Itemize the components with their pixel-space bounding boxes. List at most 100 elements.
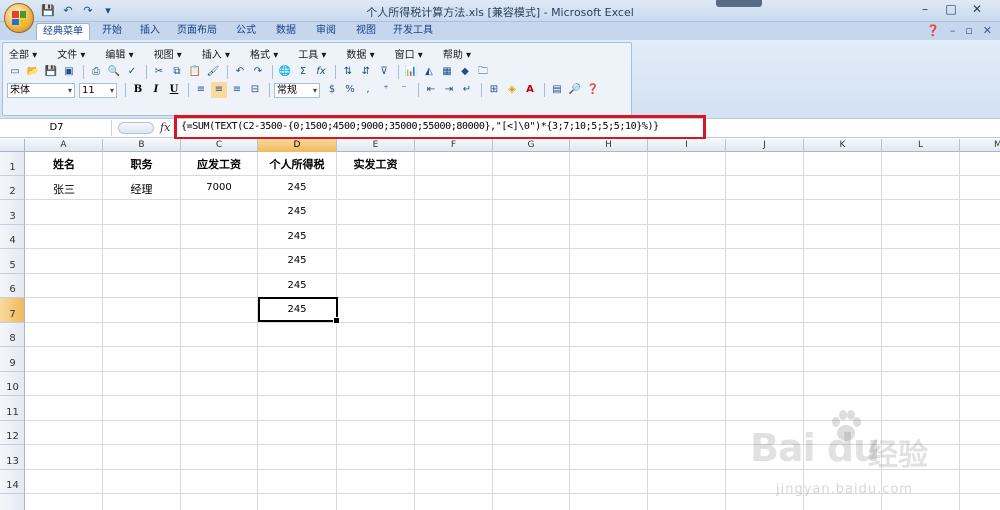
number-format-select[interactable]: 常规 (274, 82, 320, 98)
font-name-select[interactable]: 宋体 (7, 82, 75, 98)
redo-icon[interactable]: ↷ (250, 64, 266, 80)
tab-classic-menu[interactable]: 经典菜单 (36, 23, 90, 40)
print-preview-icon[interactable]: 🔍 (106, 64, 122, 80)
format-painter-icon[interactable]: 🖌 (205, 64, 221, 80)
tab-insert[interactable]: 插入 (134, 23, 166, 40)
cut-icon[interactable]: ✂ (151, 64, 167, 80)
menu-view[interactable]: 视图 ▾ (154, 46, 182, 61)
bold-button[interactable]: B (130, 82, 146, 98)
wrap-icon[interactable]: ↵ (459, 82, 475, 98)
increase-decimal-icon[interactable]: ⁺ (378, 82, 394, 98)
decrease-decimal-icon[interactable]: ⁻ (396, 82, 412, 98)
close-button[interactable]: ✕ (964, 0, 990, 18)
paste-icon[interactable]: 📋 (187, 64, 203, 80)
merge-center-icon[interactable]: ⊟ (247, 82, 263, 98)
tab-review[interactable]: 审阅 (310, 23, 342, 40)
tab-data[interactable]: 数据 (270, 23, 302, 40)
column-header-c[interactable]: C (181, 139, 258, 152)
fill-color-icon[interactable]: ◈ (504, 82, 520, 98)
tab-home[interactable]: 开始 (96, 23, 128, 40)
drawing-icon[interactable]: ◭ (421, 64, 437, 80)
shapes-icon[interactable]: ◆ (457, 64, 473, 80)
cell-d1[interactable]: 个人所得税 (258, 156, 336, 172)
column-header-i[interactable]: I (648, 139, 726, 152)
align-right-icon[interactable]: ≡ (229, 82, 245, 98)
increase-indent-icon[interactable]: ⇥ (441, 82, 457, 98)
row-header-10[interactable]: 10 (0, 372, 25, 396)
tab-formulas[interactable]: 公式 (230, 23, 262, 40)
cell-d4[interactable]: 245 (258, 231, 336, 242)
row-header-2[interactable]: 2 (0, 176, 25, 200)
tab-view[interactable]: 视图 (350, 23, 382, 40)
menu-help[interactable]: 帮助 ▾ (443, 46, 471, 61)
tab-page-layout[interactable]: 页面布局 (174, 23, 220, 40)
spelling-icon[interactable]: ✓ (124, 64, 140, 80)
ribbon-restore-icon[interactable]: ▫ (965, 24, 972, 37)
row-header-11[interactable]: 11 (0, 396, 25, 421)
select-all-corner[interactable] (0, 139, 25, 152)
filter-icon[interactable]: ⊽ (376, 64, 392, 80)
column-header-h[interactable]: H (570, 139, 648, 152)
align-left-icon[interactable]: ≡ (193, 82, 209, 98)
percent-icon[interactable]: % (342, 82, 358, 98)
decrease-indent-icon[interactable]: ⇤ (423, 82, 439, 98)
permission-icon[interactable]: ▣ (61, 64, 77, 80)
save-icon[interactable]: 💾 (43, 64, 59, 80)
find-icon[interactable]: 🔎 (567, 82, 583, 98)
row-header-5[interactable]: 5 (0, 249, 25, 274)
menu-all[interactable]: 全部 ▾ (9, 46, 37, 61)
chart-icon[interactable]: 📊 (403, 64, 419, 80)
cell-b1[interactable]: 职务 (103, 156, 180, 172)
new-icon[interactable]: ▭ (7, 64, 23, 80)
sort-ascending-icon[interactable]: ⇅ (340, 64, 356, 80)
cell-c1[interactable]: 应发工资 (181, 156, 257, 172)
ribbon-minimize-icon[interactable]: – (950, 24, 956, 37)
row-header-1[interactable]: 1 (0, 152, 25, 176)
column-header-l[interactable]: L (882, 139, 960, 152)
cell-b2[interactable]: 经理 (103, 181, 180, 197)
sort-descending-icon[interactable]: ⇵ (358, 64, 374, 80)
font-color-icon[interactable]: A (522, 82, 538, 98)
help-icon[interactable]: ❓ (926, 24, 940, 37)
cell-d3[interactable]: 245 (258, 206, 336, 217)
print-icon[interactable]: ⎙ (88, 64, 104, 80)
help-icon[interactable]: ❓ (585, 82, 601, 98)
column-header-j[interactable]: J (726, 139, 804, 152)
folder-icon[interactable]: 🗀 (475, 64, 491, 80)
open-icon[interactable]: 📂 (25, 64, 41, 80)
row-header-7[interactable]: 7 (0, 298, 25, 323)
column-header-f[interactable]: F (415, 139, 493, 152)
office-button[interactable] (4, 3, 34, 33)
cell-a1[interactable]: 姓名 (26, 156, 102, 172)
row-header-4[interactable]: 4 (0, 225, 25, 249)
row-header-12[interactable]: 12 (0, 421, 25, 445)
menu-file[interactable]: 文件 ▾ (57, 46, 85, 61)
tab-developer[interactable]: 开发工具 (390, 23, 436, 40)
cell-c2[interactable]: 7000 (181, 182, 257, 193)
column-header-m[interactable]: M (960, 139, 1000, 152)
menu-data[interactable]: 数据 ▾ (346, 46, 374, 61)
font-size-select[interactable]: 11 (79, 82, 117, 98)
row-header-8[interactable]: 8 (0, 323, 25, 347)
styles-icon[interactable]: ▤ (549, 82, 565, 98)
insert-function-icon[interactable]: fx (160, 121, 170, 134)
cell-a2[interactable]: 张三 (26, 181, 102, 197)
column-header-b[interactable]: B (103, 139, 181, 152)
menu-format[interactable]: 格式 ▾ (250, 46, 278, 61)
align-center-icon[interactable]: ≡ (211, 82, 227, 98)
underline-button[interactable]: U (166, 82, 182, 98)
column-header-g[interactable]: G (493, 139, 570, 152)
table-icon[interactable]: ▦ (439, 64, 455, 80)
menu-window[interactable]: 窗口 ▾ (395, 46, 423, 61)
comma-icon[interactable]: , (360, 82, 376, 98)
active-cell-cursor[interactable] (258, 297, 340, 324)
column-header-k[interactable]: K (804, 139, 882, 152)
cell-d6[interactable]: 245 (258, 280, 336, 291)
borders-icon[interactable]: ⊞ (486, 82, 502, 98)
cell-d5[interactable]: 245 (258, 255, 336, 266)
namebox-resize-handle[interactable] (118, 122, 154, 134)
row-header-13[interactable]: 13 (0, 445, 25, 470)
row-header-15[interactable] (0, 494, 25, 510)
menu-insert[interactable]: 插入 ▾ (202, 46, 230, 61)
currency-icon[interactable]: $ (324, 82, 340, 98)
